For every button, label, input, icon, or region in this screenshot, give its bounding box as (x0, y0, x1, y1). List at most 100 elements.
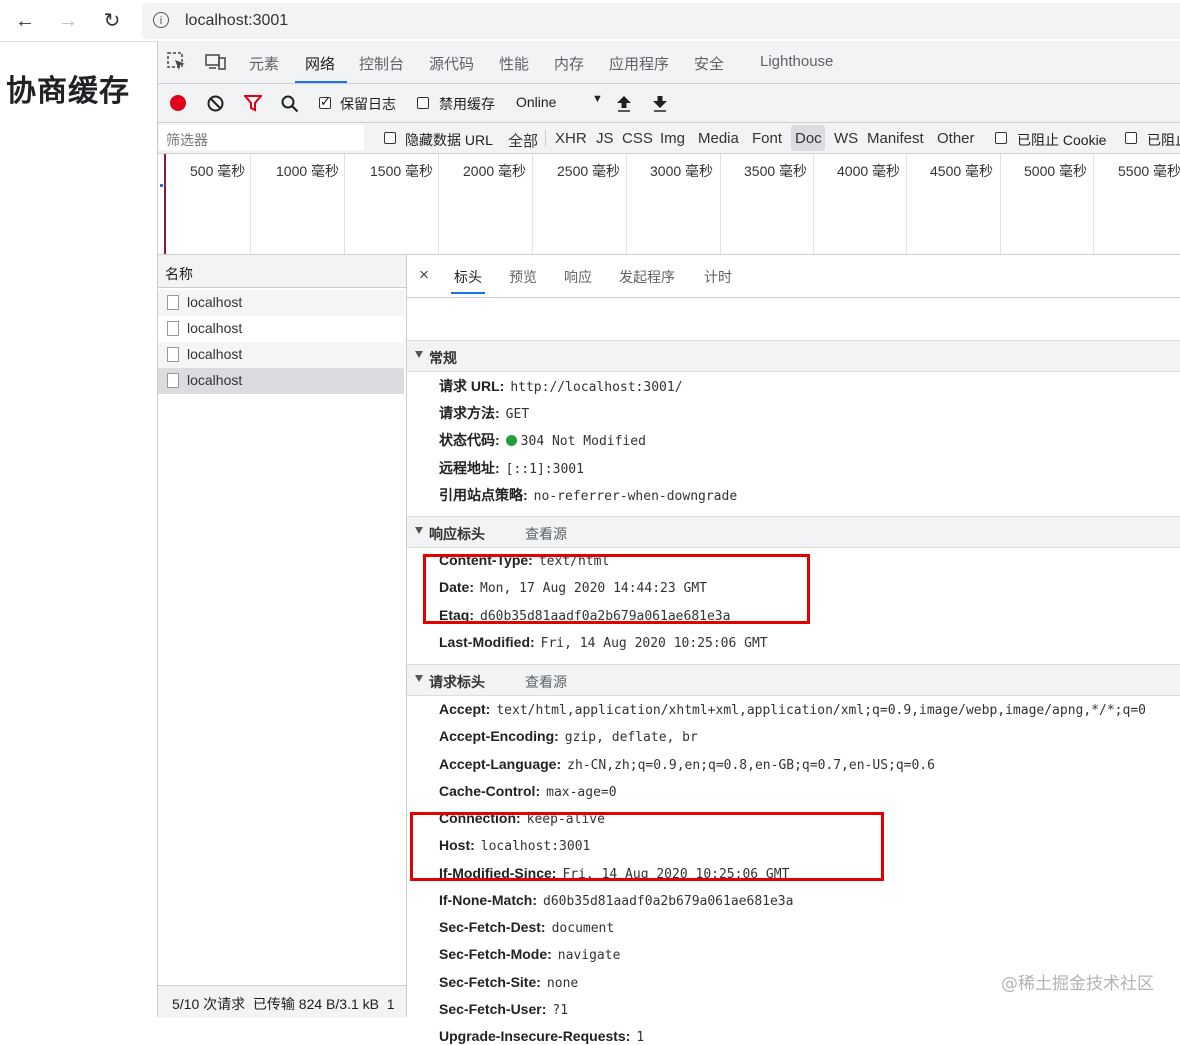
tab-sources[interactable]: 源代码 (429, 53, 474, 74)
timeline-marker (160, 184, 163, 187)
header-row: Sec-Fetch-Mode: navigate (439, 946, 621, 963)
chevron-down-icon[interactable]: ▼ (592, 93, 603, 105)
active-tab-underline (295, 81, 347, 83)
tick-line (813, 154, 814, 254)
disable-cache-label: 禁用缓存 (439, 96, 495, 112)
filter-type-img[interactable]: Img (660, 130, 685, 147)
tick-label: 3000 毫秒 (650, 163, 714, 179)
etag-highlight-box (423, 554, 810, 624)
filter-type-font[interactable]: Font (752, 130, 782, 147)
section-title: 请求标头 (429, 674, 485, 690)
filter-type-js[interactable]: JS (596, 130, 614, 147)
preserve-log-checkbox[interactable] (319, 94, 331, 110)
general-section-header[interactable]: 常规 (407, 340, 1180, 372)
header-row: Last-Modified: Fri, 14 Aug 2020 10:25:06 … (439, 634, 768, 651)
document-icon (167, 373, 179, 388)
tab-security[interactable]: 安全 (694, 53, 724, 74)
hide-data-url-label: 隐藏数据 URL (405, 132, 493, 148)
view-source-link[interactable]: 查看源 (525, 524, 567, 544)
inspect-element-icon[interactable] (167, 52, 187, 72)
download-icon[interactable] (652, 95, 668, 112)
watermark: @稀土掘金技术社区 (1001, 974, 1154, 994)
tick-label: 500 毫秒 (190, 163, 246, 179)
tick-line (250, 154, 251, 254)
request-row[interactable]: localhost (158, 290, 404, 316)
network-timeline[interactable]: 500 毫秒 1000 毫秒 1500 毫秒 2000 毫秒 2500 毫秒 3… (158, 154, 1180, 255)
tick-line (1093, 154, 1094, 254)
filter-type-xhr[interactable]: XHR (555, 130, 587, 147)
tab-application[interactable]: 应用程序 (609, 53, 669, 74)
tab-initiator[interactable]: 发起程序 (619, 267, 675, 287)
request-row[interactable]: localhost (158, 316, 404, 342)
tab-performance[interactable]: 性能 (499, 53, 529, 74)
request-name: localhost (187, 372, 243, 388)
view-source-link[interactable]: 查看源 (525, 672, 567, 692)
tab-elements[interactable]: 元素 (249, 53, 279, 74)
page-title: 协商缓存 (6, 74, 130, 109)
detail-tabbar: × 标头 预览 响应 发起程序 计时 (407, 255, 1180, 298)
forward-icon[interactable]: → (53, 6, 83, 36)
url-text[interactable]: localhost:3001 (185, 12, 288, 30)
divider (545, 130, 546, 147)
blocked-cookies-checkbox[interactable] (995, 132, 1007, 144)
blocked-requests-checkbox[interactable] (1125, 132, 1137, 144)
filter-type-all[interactable]: 全部 (508, 130, 538, 151)
document-icon (167, 295, 179, 310)
request-row-selected[interactable]: localhost (158, 368, 404, 394)
section-title: 响应标头 (429, 526, 485, 542)
filter-type-ws[interactable]: WS (834, 130, 858, 147)
clear-icon[interactable] (207, 95, 224, 112)
header-row: If-None-Match: d60b35d81aadf0a2b679a061ae… (439, 892, 794, 909)
tick-label: 1500 毫秒 (370, 163, 434, 179)
document-icon (167, 321, 179, 336)
site-info-icon[interactable]: i (153, 12, 169, 28)
tick-line (720, 154, 721, 254)
tick-label: 2000 毫秒 (463, 163, 527, 179)
expand-triangle-icon (415, 527, 423, 534)
response-headers-section-header[interactable]: 响应标头 查看源 (407, 516, 1180, 548)
record-icon[interactable] (170, 95, 186, 111)
header-row: 远程地址: [::1]:3001 (439, 460, 584, 477)
filter-type-other[interactable]: Other (937, 130, 975, 147)
disable-cache-checkbox[interactable] (417, 97, 429, 109)
filter-type-doc[interactable]: Doc (795, 130, 822, 147)
tick-label: 5500 毫秒 (1118, 163, 1180, 179)
reload-icon[interactable]: ↻ (97, 6, 127, 36)
section-title: 常规 (429, 350, 457, 366)
header-row: Sec-Fetch-Dest: document (439, 919, 615, 936)
tab-console[interactable]: 控制台 (359, 53, 404, 74)
filter-type-css[interactable]: CSS (622, 130, 653, 147)
address-bar[interactable] (142, 3, 1180, 39)
network-status-bar: 5/10 次请求 已传输 824 B/3.1 kB 1 (158, 985, 406, 1018)
filter-type-media[interactable]: Media (698, 130, 739, 147)
tab-network[interactable]: 网络 (305, 53, 335, 74)
tab-lighthouse[interactable]: Lighthouse (760, 53, 833, 70)
request-row[interactable]: localhost (158, 342, 404, 368)
header-row: 引用站点策略: no-referrer-when-downgrade (439, 487, 738, 504)
tick-label: 4000 毫秒 (837, 163, 901, 179)
expand-triangle-icon (415, 675, 423, 682)
close-icon[interactable]: × (419, 265, 429, 285)
back-icon[interactable]: ← (10, 6, 40, 36)
filter-type-manifest[interactable]: Manifest (867, 130, 924, 147)
tab-headers[interactable]: 标头 (454, 267, 482, 287)
timeline-marker (164, 154, 166, 254)
header-row: Accept: text/html,application/xhtml+xml,a… (439, 701, 1146, 718)
device-toolbar-icon[interactable] (205, 53, 227, 71)
tab-memory[interactable]: 内存 (554, 53, 584, 74)
status-ok-icon (505, 435, 517, 446)
search-icon[interactable] (281, 95, 299, 113)
name-column-header[interactable]: 名称 (158, 255, 406, 288)
tab-timing[interactable]: 计时 (704, 267, 732, 287)
tab-response[interactable]: 响应 (564, 267, 592, 287)
hide-data-url-checkbox[interactable] (384, 132, 396, 144)
filter-icon[interactable] (244, 95, 262, 112)
tick-label: 4500 毫秒 (930, 163, 994, 179)
tick-label: 3500 毫秒 (744, 163, 808, 179)
tick-line (532, 154, 533, 254)
tab-preview[interactable]: 预览 (509, 267, 537, 287)
upload-icon[interactable] (616, 95, 632, 112)
throttling-select[interactable]: Online (516, 94, 556, 110)
request-headers-section-header[interactable]: 请求标头 查看源 (407, 664, 1180, 696)
blocked-requests-label: 已阻止 (1147, 132, 1180, 148)
